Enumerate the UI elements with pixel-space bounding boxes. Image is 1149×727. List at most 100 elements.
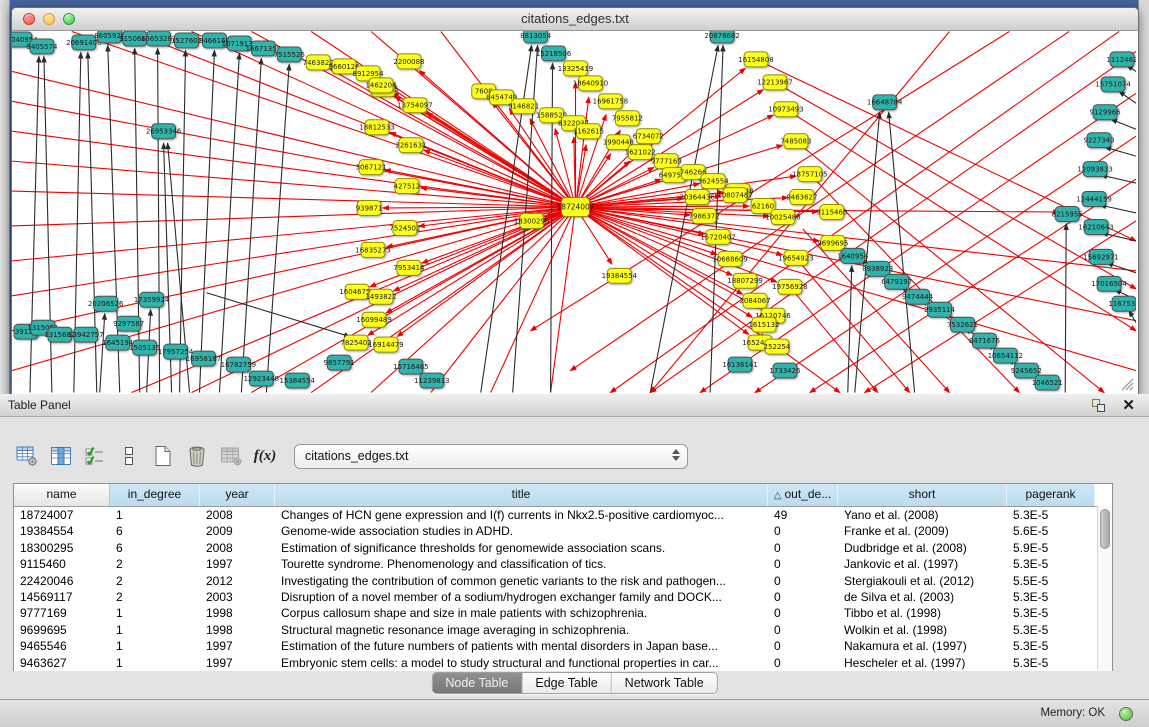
graph-node[interactable]: 9463627: [786, 190, 817, 205]
graph-node[interactable]: 252254: [764, 339, 791, 354]
graph-node[interactable]: 26953346: [146, 124, 181, 139]
graph-node[interactable]: 1505135: [129, 340, 160, 355]
row-selection-button[interactable]: [80, 441, 110, 471]
table-chooser-dropdown[interactable]: citations_edges.txt: [294, 444, 688, 469]
graph-node[interactable]: 939871: [356, 201, 383, 216]
network-canvas[interactable]: 1604095494055742069140686059289150664106…: [12, 31, 1136, 393]
graph-node[interactable]: 7986372: [689, 209, 720, 224]
memory-indicator-icon[interactable]: [1119, 707, 1133, 721]
tab-network-table[interactable]: Network Table: [612, 673, 717, 693]
graph-node[interactable]: 13754097: [397, 98, 432, 113]
graph-node[interactable]: 10973493: [768, 102, 803, 117]
close-panel-icon[interactable]: ✕: [1122, 395, 1135, 417]
column-header-pagerank[interactable]: pagerank: [1007, 484, 1095, 506]
graph-node[interactable]: 12444159: [1076, 192, 1111, 207]
graph-node[interactable]: 16648784: [867, 95, 903, 110]
graph-node[interactable]: 2200088: [393, 54, 424, 69]
graph-node[interactable]: 9297587: [113, 316, 144, 331]
tab-node-table[interactable]: Node Table: [432, 673, 522, 693]
column-header-in_degree[interactable]: in_degree: [110, 484, 200, 506]
graph-node[interactable]: 13325419: [558, 61, 593, 76]
table-row[interactable]: 977716911998Corpus callosum shape and si…: [14, 605, 1112, 621]
graph-node[interactable]: 1527602: [171, 33, 202, 48]
graph-node[interactable]: 15751074: [1095, 77, 1131, 92]
select-columns-button[interactable]: [46, 441, 76, 471]
window-resize-grip[interactable]: [1118, 375, 1134, 391]
graph-node[interactable]: 2261631: [395, 138, 426, 153]
graph-node[interactable]: 1162615: [573, 124, 604, 139]
minimize-window-icon[interactable]: [43, 13, 55, 25]
graph-node[interactable]: 3067121: [356, 160, 387, 175]
table-row[interactable]: 946554611997Estimation of the future num…: [14, 638, 1112, 654]
function-builder-button[interactable]: f(x): [250, 441, 280, 471]
column-header-name[interactable]: name: [14, 484, 110, 506]
graph-node[interactable]: 15218506: [536, 46, 571, 61]
rows-button[interactable]: [114, 441, 144, 471]
graph-node[interactable]: 7532621: [947, 317, 978, 332]
graph-node[interactable]: 20878682: [704, 31, 739, 43]
table-settings-button[interactable]: [12, 441, 42, 471]
graph-node[interactable]: 7524502: [389, 220, 420, 235]
tab-edge-table[interactable]: Edge Table: [522, 673, 611, 693]
close-window-icon[interactable]: [23, 13, 35, 25]
table-row[interactable]: 911546021997Tourette syndrome. Phenomeno…: [14, 556, 1112, 572]
graph-node[interactable]: 7953414: [393, 260, 425, 275]
graph-node[interactable]: 16099489: [356, 312, 391, 327]
column-header-year[interactable]: year: [200, 484, 275, 506]
graph-node[interactable]: 3624554: [698, 174, 730, 189]
graph-node[interactable]: 13942757: [68, 327, 103, 342]
table-row[interactable]: 946362711997Embryonic stem cells: a mode…: [14, 655, 1112, 671]
table-row[interactable]: 1938455462009Genome-wide association stu…: [14, 523, 1112, 539]
table-row[interactable]: 969969511998Structural magnetic resonanc…: [14, 622, 1112, 638]
graph-node[interactable]: 18757105: [792, 167, 827, 182]
graph-node[interactable]: 15384554: [279, 373, 315, 388]
graph-node[interactable]: 7955812: [612, 111, 643, 126]
graph-node[interactable]: 1167533: [1109, 296, 1136, 311]
graph-node[interactable]: 15716485: [393, 359, 428, 374]
graph-node[interactable]: 16136141: [722, 357, 757, 372]
graph-hub-node[interactable]: 18724007: [556, 198, 594, 217]
table-row[interactable]: 2242004622012Investigating the contribut…: [14, 573, 1112, 589]
scrollbar-thumb[interactable]: [1100, 509, 1110, 549]
graph-node[interactable]: 9777169: [651, 154, 682, 169]
graph-node[interactable]: 16914479: [368, 337, 403, 352]
graph-node[interactable]: 7485083: [780, 134, 811, 149]
new-table-button[interactable]: [148, 441, 178, 471]
table-row[interactable]: 1456911722003Disruption of a novel membe…: [14, 589, 1112, 605]
vertical-scrollbar[interactable]: [1097, 506, 1112, 670]
graph-node[interactable]: 8471676: [969, 333, 1000, 348]
graph-node[interactable]: 19384554: [602, 268, 638, 283]
graph-node[interactable]: 6479197: [881, 274, 912, 289]
zoom-window-icon[interactable]: [63, 13, 75, 25]
graph-node[interactable]: 1640954: [837, 248, 869, 263]
graph-node[interactable]: 6734072: [633, 129, 664, 144]
delete-rows-button[interactable]: [182, 441, 212, 471]
graph-node[interactable]: 16835273: [355, 242, 390, 257]
graph-node[interactable]: 1112462: [1107, 52, 1136, 67]
graph-node[interactable]: 16154808: [738, 52, 773, 67]
float-panel-icon[interactable]: [1092, 399, 1105, 412]
column-header-out_de[interactable]: △out_de...: [768, 484, 838, 506]
graph-node[interactable]: 17359924: [134, 292, 170, 307]
graph-node[interactable]: 9146821: [508, 99, 539, 114]
graph-node[interactable]: 1733426: [769, 363, 800, 378]
graph-node[interactable]: 2935114: [924, 302, 956, 317]
graph-node[interactable]: 9405574: [26, 39, 58, 54]
graph-node[interactable]: 1462204: [365, 78, 397, 93]
column-header-short[interactable]: short: [838, 484, 1007, 506]
graph-node[interactable]: 16782759: [221, 357, 256, 372]
graph-node[interactable]: 9857791: [324, 355, 355, 370]
graph-node[interactable]: 15720407: [700, 229, 735, 244]
table-row[interactable]: 1872400712008Changes of HCN gene express…: [14, 507, 1112, 523]
graph-node[interactable]: 10654112: [988, 348, 1023, 363]
graph-node[interactable]: 7515526: [274, 47, 305, 62]
graph-node[interactable]: 12923448: [244, 371, 279, 386]
graph-node[interactable]: 8215955: [1052, 207, 1083, 222]
graph-node[interactable]: 427512: [394, 179, 421, 194]
graph-node[interactable]: 9129966: [1090, 105, 1121, 120]
graph-node[interactable]: 12093833: [1077, 162, 1112, 177]
graph-node[interactable]: 9115460: [816, 205, 847, 220]
graph-node[interactable]: 20206526: [88, 296, 123, 311]
column-header-title[interactable]: title: [275, 484, 768, 506]
graph-node[interactable]: 1493822: [365, 289, 396, 304]
